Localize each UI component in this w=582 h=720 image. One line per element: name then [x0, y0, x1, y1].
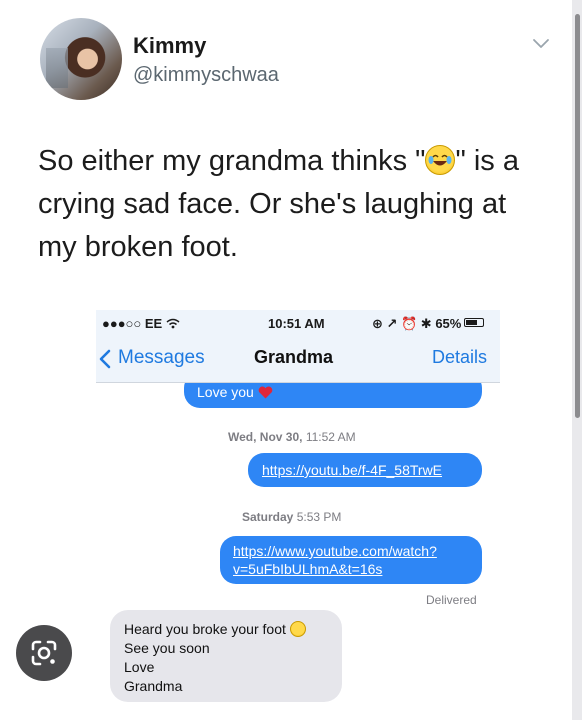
back-chevron-icon[interactable] [98, 349, 112, 369]
message-timestamp: Saturday 5:53 PM [242, 510, 342, 524]
scrollbar-track[interactable] [572, 0, 582, 720]
message-line: Love [124, 659, 155, 675]
phone-screenshot: ●●●○○ EE 10:51 AM ⊕ ↗ ⏰ ✱ 65% Messages G… [96, 310, 500, 718]
details-button[interactable]: Details [432, 347, 487, 368]
message-line: See you soon [124, 640, 210, 656]
message-bubble-outgoing[interactable]: https://www.youtube.com/watch? v=5uFbIbU… [220, 536, 482, 584]
wifi-icon [166, 318, 180, 329]
display-name[interactable]: Kimmy [133, 33, 206, 59]
chevron-down-icon[interactable] [532, 34, 550, 52]
delivered-status: Delivered [426, 593, 477, 607]
message-bubble-outgoing[interactable]: https://youtu.be/f-4F_58TrwE [248, 453, 482, 487]
carrier-label: ●●●○○ EE [102, 316, 180, 331]
message-bubble-incoming[interactable]: Heard you broke your foot See you soon L… [110, 610, 342, 702]
status-icons: ⊕ ↗ ⏰ ✱ 65% [372, 316, 462, 331]
youtube-link[interactable]: https://www.youtube.com/watch? [233, 543, 437, 559]
heart-emoji [258, 386, 273, 399]
lens-icon [31, 640, 57, 666]
message-line: Grandma [124, 678, 183, 694]
avatar[interactable] [40, 18, 122, 100]
message-timestamp: Wed, Nov 30, 11:52 AM [228, 430, 356, 444]
youtube-link[interactable]: v=5uFbIbULhmA&t=16s [233, 561, 382, 577]
battery-percent: 65% [435, 316, 462, 331]
laughing-tears-emoji [289, 621, 306, 637]
status-bar: ●●●○○ EE 10:51 AM ⊕ ↗ ⏰ ✱ 65% [96, 310, 500, 336]
tweet-text: So either my grandma thinks " " is a cry… [38, 140, 548, 269]
status-time: 10:51 AM [268, 316, 325, 331]
messages-back-button[interactable]: Messages [118, 347, 205, 369]
laughing-tears-emoji [425, 145, 456, 175]
scrollbar-thumb[interactable] [575, 14, 580, 418]
battery-icon [464, 318, 484, 327]
user-handle[interactable]: @kimmyschwaa [133, 64, 279, 87]
youtube-link[interactable]: https://youtu.be/f-4F_58TrwE [262, 462, 442, 478]
message-text: Love you [197, 384, 254, 400]
conversation-title: Grandma [254, 347, 334, 367]
message-line: Heard you broke your foot [124, 621, 286, 637]
nav-overlay: Messages Grandma Details [96, 336, 500, 383]
lens-search-button[interactable] [16, 625, 72, 681]
tweet-text-part1: So either my grandma thinks " [38, 145, 426, 177]
